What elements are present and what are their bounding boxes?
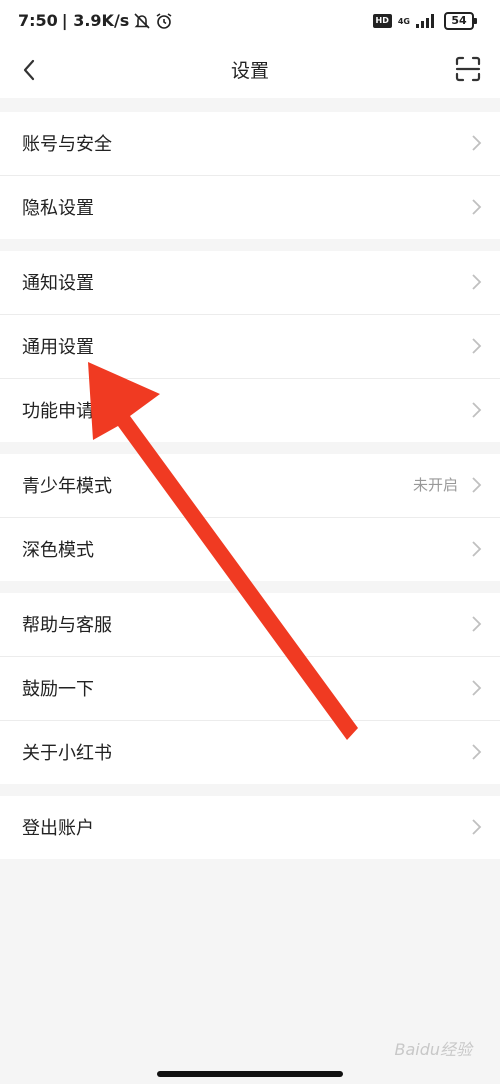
row-privacy[interactable]: 隐私设置 bbox=[0, 176, 500, 239]
row-label: 青少年模式 bbox=[22, 476, 112, 497]
row-label: 账号与安全 bbox=[22, 134, 112, 155]
chevron-right-icon bbox=[472, 338, 482, 354]
network-type: 4G bbox=[397, 16, 410, 26]
row-general-settings[interactable]: 通用设置 bbox=[0, 315, 500, 379]
row-label: 登出账户 bbox=[22, 818, 94, 839]
chevron-right-icon bbox=[472, 199, 482, 215]
status-right: HD 4G 54 bbox=[372, 12, 477, 30]
row-label: 深色模式 bbox=[22, 540, 94, 561]
row-notifications[interactable]: 通知设置 bbox=[0, 251, 500, 315]
chevron-right-icon bbox=[472, 744, 482, 760]
settings-group-general: 通知设置 通用设置 功能申请 bbox=[0, 251, 500, 442]
watermark: Baidu经验 bbox=[394, 1040, 472, 1059]
row-label: 隐私设置 bbox=[22, 198, 94, 219]
chevron-right-icon bbox=[472, 616, 482, 632]
row-label: 帮助与客服 bbox=[22, 615, 112, 636]
row-label: 功能申请 bbox=[22, 401, 94, 422]
chevron-right-icon bbox=[472, 541, 482, 557]
row-help-support[interactable]: 帮助与客服 bbox=[0, 593, 500, 657]
row-label: 通用设置 bbox=[22, 337, 94, 358]
signal-icon bbox=[416, 14, 434, 28]
home-indicator bbox=[157, 1071, 343, 1077]
row-label: 关于小红书 bbox=[22, 743, 112, 764]
chevron-right-icon bbox=[472, 274, 482, 290]
chevron-right-icon bbox=[472, 135, 482, 151]
row-label: 通知设置 bbox=[22, 273, 94, 294]
row-feature-request[interactable]: 功能申请 bbox=[0, 379, 500, 442]
hd-badge: HD bbox=[372, 14, 392, 28]
row-encourage[interactable]: 鼓励一下 bbox=[0, 657, 500, 721]
chevron-right-icon bbox=[472, 819, 482, 835]
chevron-right-icon bbox=[472, 680, 482, 696]
row-about[interactable]: 关于小红书 bbox=[0, 721, 500, 784]
row-teen-mode[interactable]: 青少年模式 未开启 bbox=[0, 454, 500, 518]
status-bar: 7:50 | 3.9K/s HD 4G 54 bbox=[0, 0, 500, 42]
alarm-clock-icon bbox=[156, 12, 172, 29]
bell-off-icon bbox=[134, 12, 150, 29]
settings-group-account: 账号与安全 隐私设置 bbox=[0, 112, 500, 239]
teen-mode-status: 未开启 bbox=[412, 476, 458, 494]
network-speed: | 3.9K/s bbox=[61, 11, 130, 30]
settings-group-logout: 登出账户 bbox=[0, 796, 500, 859]
scan-icon[interactable] bbox=[454, 55, 482, 83]
nav-bar: 设置 bbox=[0, 42, 500, 98]
page-title: 设置 bbox=[230, 60, 269, 82]
chevron-right-icon bbox=[472, 402, 482, 418]
row-dark-mode[interactable]: 深色模式 bbox=[0, 518, 500, 581]
row-logout[interactable]: 登出账户 bbox=[0, 796, 500, 859]
settings-group-help: 帮助与客服 鼓励一下 关于小红书 bbox=[0, 593, 500, 784]
row-label: 鼓励一下 bbox=[22, 679, 94, 700]
row-account-security[interactable]: 账号与安全 bbox=[0, 112, 500, 176]
battery-indicator: 54 bbox=[444, 12, 477, 30]
chevron-right-icon bbox=[472, 477, 482, 493]
status-left: 7:50 | 3.9K/s bbox=[18, 11, 173, 30]
settings-group-modes: 青少年模式 未开启 深色模式 bbox=[0, 454, 500, 581]
status-time: 7:50 bbox=[18, 11, 58, 30]
